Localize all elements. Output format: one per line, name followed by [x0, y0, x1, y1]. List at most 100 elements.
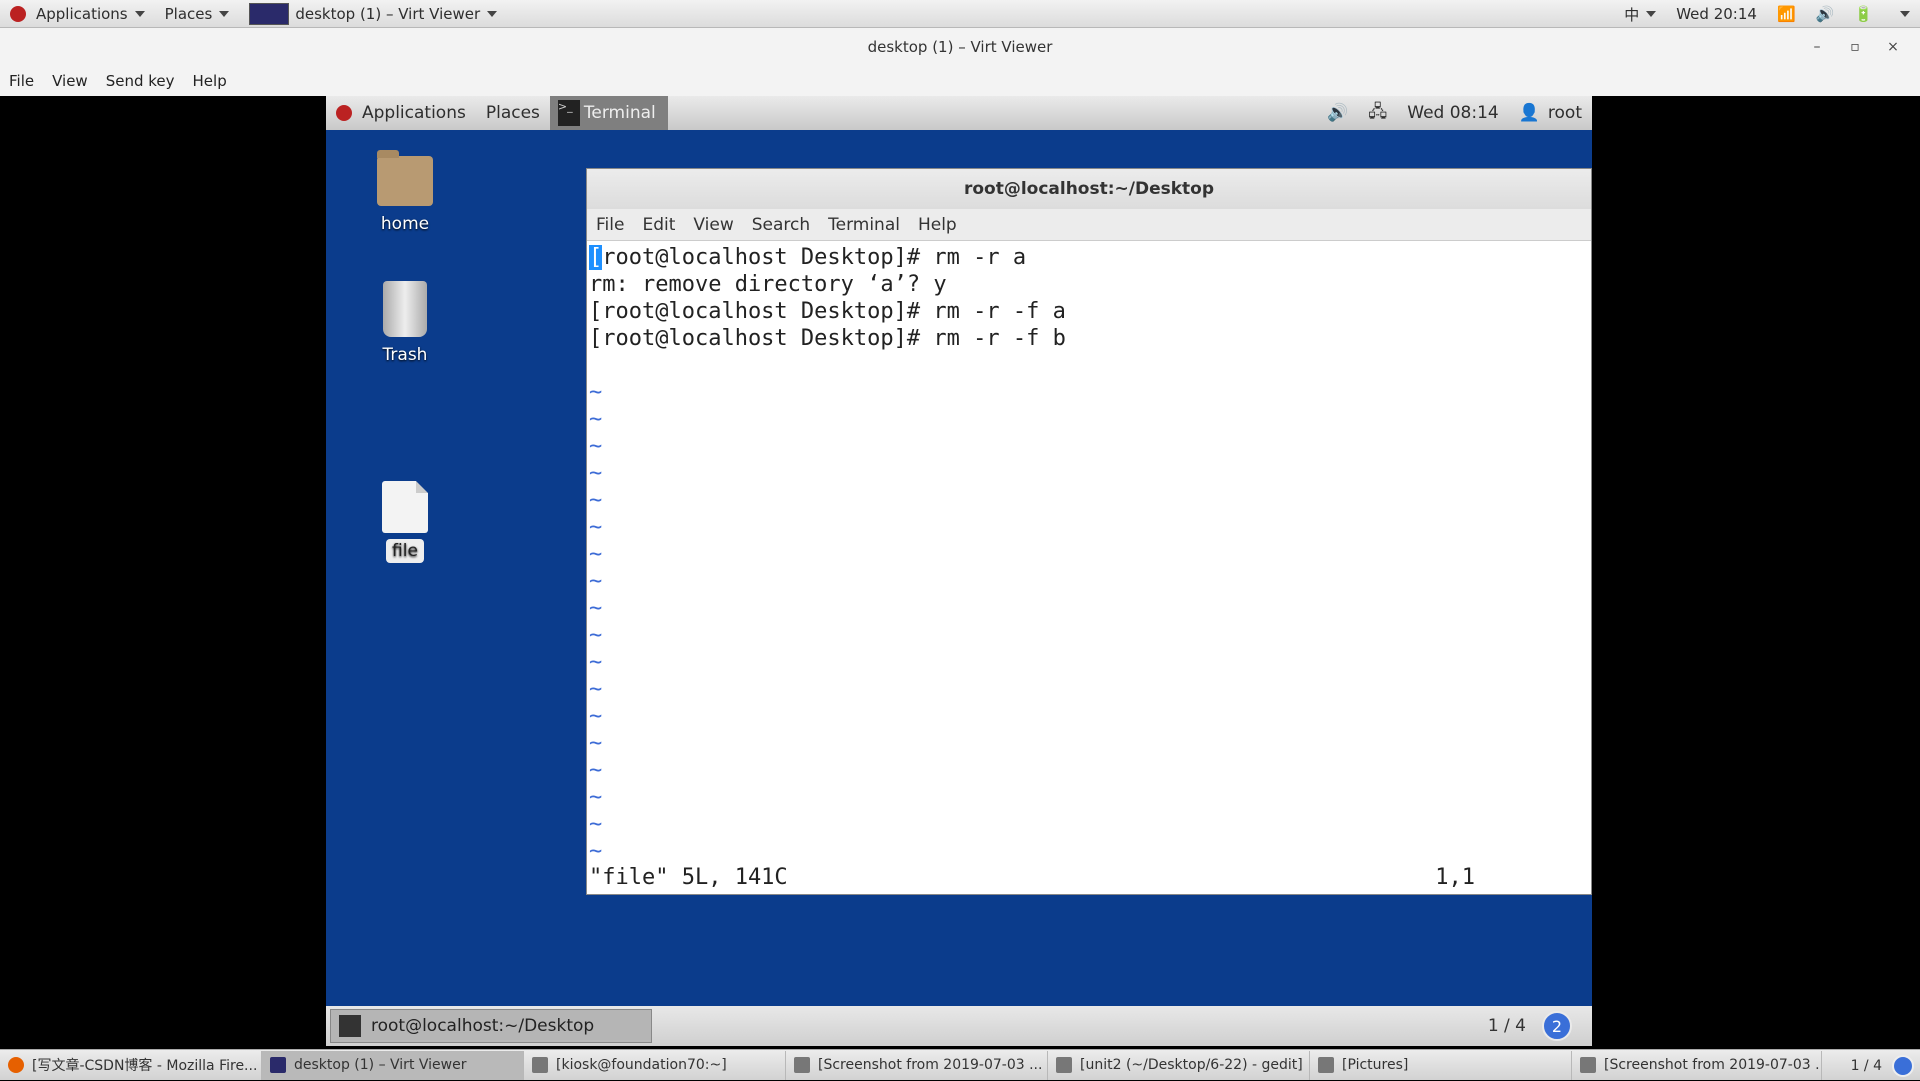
terminal-cursor: [ — [589, 245, 603, 270]
vim-cursor-position: 1,1 — [1435, 865, 1475, 890]
host-task-kiosk-terminal[interactable]: [kiosk@foundation70:~] — [524, 1050, 786, 1080]
guest-taskbar-terminal[interactable]: root@localhost:~/Desktop — [330, 1009, 652, 1043]
desktop-icon-home[interactable]: home — [350, 150, 460, 236]
user-icon: 👤 — [1518, 103, 1540, 123]
host-task-label: [Screenshot from 2019-07-03 ... — [1604, 1057, 1822, 1073]
minimize-button[interactable]: – — [1798, 39, 1836, 55]
host-task-label: [写文章-CSDN博客 - Mozilla Fire... — [32, 1058, 258, 1074]
screenshot-icon — [794, 1057, 810, 1073]
host-task-label: [Screenshot from 2019-07-03 ... — [818, 1057, 1043, 1073]
close-button[interactable]: × — [1874, 39, 1912, 55]
terminal-line: [root@localhost Desktop]# rm -r -f b — [589, 326, 1066, 351]
host-task-gedit[interactable]: [unit2 (~/Desktop/6-22) - gedit] — [1048, 1050, 1310, 1080]
chevron-down-icon — [487, 10, 498, 17]
menu-send-key[interactable]: Send key — [97, 72, 184, 90]
trash-icon — [383, 281, 427, 337]
host-task-screenshot-1[interactable]: [Screenshot from 2019-07-03 ... — [786, 1050, 1048, 1080]
host-task-virt-viewer[interactable]: desktop (1) – Virt Viewer — [262, 1050, 524, 1080]
input-method-label: 中 — [1624, 5, 1640, 24]
host-window-menu[interactable]: desktop (1) – Virt Viewer — [239, 0, 507, 28]
host-task-label: [kiosk@foundation70:~] — [556, 1057, 727, 1073]
terminal-titlebar[interactable]: root@localhost:~/Desktop — [587, 169, 1591, 209]
vim-empty-line-tilde: ~ — [589, 380, 603, 405]
host-task-screenshot-2[interactable]: [Screenshot from 2019-07-03 ... — [1572, 1050, 1822, 1080]
guest-task-label: root@localhost:~/Desktop — [371, 1016, 595, 1036]
host-task-firefox[interactable]: [写文章-CSDN博客 - Mozilla Fire... — [0, 1050, 262, 1080]
menu-file[interactable]: File — [0, 72, 43, 90]
guest-desktop[interactable]: Applications Places >_ Terminal 🔊 🖧 Wed … — [326, 96, 1592, 1046]
desktop-icon-trash[interactable]: Trash — [350, 281, 460, 367]
menu-help[interactable]: Help — [184, 72, 236, 90]
host-applications-menu[interactable]: Applications — [0, 0, 155, 28]
host-clock[interactable]: Wed 20:14 — [1666, 0, 1767, 28]
vim-empty-line-tilde: ~ — [589, 461, 603, 486]
guest-places-menu[interactable]: Places — [476, 96, 550, 130]
guest-clock[interactable]: Wed 08:14 — [1397, 96, 1508, 130]
menu-view[interactable]: View — [43, 72, 97, 90]
vim-empty-line-tilde: ~ — [589, 812, 603, 837]
vim-empty-line-tilde: ~ — [589, 704, 603, 729]
network-icon[interactable]: 🖧 — [1358, 96, 1397, 130]
host-top-panel: Applications Places desktop (1) – Virt V… — [0, 0, 1920, 28]
desktop-icon-label: home — [380, 214, 430, 234]
host-task-pictures[interactable]: [Pictures] — [1310, 1050, 1572, 1080]
guest-bottom-panel: root@localhost:~/Desktop 1 / 4 2 — [326, 1006, 1592, 1046]
vim-empty-line-tilde: ~ — [589, 542, 603, 567]
vim-empty-line-tilde: ~ — [589, 569, 603, 594]
home-folder-icon — [377, 150, 433, 206]
host-task-label: [Pictures] — [1342, 1057, 1409, 1073]
wifi-icon[interactable]: 📶 — [1767, 0, 1806, 28]
guest-workspace-indicator[interactable]: 1 / 4 — [1488, 1016, 1526, 1036]
terminal-window[interactable]: root@localhost:~/Desktop File Edit View … — [586, 168, 1592, 895]
vim-empty-line-tilde: ~ — [589, 434, 603, 459]
system-menu-chevron[interactable] — [1883, 0, 1920, 28]
virt-viewer-title: desktop (1) – Virt Viewer — [867, 38, 1053, 56]
terminal-menu-search[interactable]: Search — [743, 215, 819, 235]
vim-empty-line-tilde: ~ — [589, 515, 603, 540]
firefox-icon — [8, 1057, 24, 1073]
vim-empty-line-tilde: ~ — [589, 650, 603, 675]
terminal-menu-file[interactable]: File — [587, 215, 633, 235]
terminal-menu-view[interactable]: View — [684, 215, 742, 235]
vim-empty-line-tilde: ~ — [589, 407, 603, 432]
terminal-line: rm: remove directory ‘a’? y — [589, 272, 947, 297]
terminal-line: [root@localhost Desktop]# rm -r a — [589, 244, 1589, 271]
guest-user-menu[interactable]: 👤 root — [1509, 96, 1592, 130]
notification-badge[interactable]: 2 — [1542, 1011, 1572, 1041]
guest-applications-menu[interactable]: Applications — [326, 96, 476, 130]
maximize-button[interactable]: ▫ — [1836, 39, 1874, 55]
virt-viewer-titlebar: desktop (1) – Virt Viewer – ▫ × — [0, 28, 1920, 66]
terminal-icon: >_ — [557, 100, 580, 126]
battery-icon[interactable]: 🔋 — [1844, 0, 1883, 28]
terminal-menu-help[interactable]: Help — [909, 215, 966, 235]
volume-icon[interactable]: 🔊 — [1806, 0, 1845, 28]
guest-top-panel: Applications Places >_ Terminal 🔊 🖧 Wed … — [326, 96, 1592, 130]
volume-icon[interactable]: 🔊 — [1317, 96, 1358, 130]
terminal-text-area[interactable]: [root@localhost Desktop]# rm -r a rm: re… — [587, 241, 1591, 894]
desktop-icon-label: file — [386, 539, 424, 563]
terminal-icon — [339, 1015, 361, 1037]
guest-terminal-app-button[interactable]: >_ Terminal — [549, 96, 668, 130]
notification-icon[interactable] — [1892, 1054, 1914, 1077]
desktop-icon-label: Trash — [382, 345, 428, 365]
chevron-down-icon — [1900, 11, 1910, 17]
terminal-line: [root@localhost Desktop]# rm -r -f a — [589, 299, 1066, 324]
terminal-menu-terminal[interactable]: Terminal — [819, 215, 909, 235]
desktop-icon-file[interactable]: file — [350, 481, 460, 563]
host-places-menu[interactable]: Places — [155, 0, 240, 28]
chevron-down-icon — [1646, 11, 1657, 17]
folder-icon — [1318, 1057, 1334, 1073]
vim-empty-line-tilde: ~ — [589, 623, 603, 648]
terminal-icon — [532, 1057, 548, 1073]
gedit-icon — [1056, 1057, 1072, 1073]
guest-applications-label: Applications — [362, 103, 466, 123]
virt-viewer-icon — [249, 2, 290, 25]
terminal-menu-edit[interactable]: Edit — [633, 215, 684, 235]
virt-viewer-icon — [270, 1057, 286, 1073]
input-method-indicator[interactable]: 中 — [1614, 0, 1666, 28]
vim-empty-line-tilde: ~ — [589, 596, 603, 621]
redhat-icon — [336, 105, 352, 121]
screenshot-icon — [1580, 1057, 1596, 1073]
host-workspace-indicator[interactable]: 1 / 4 — [1851, 1058, 1882, 1074]
